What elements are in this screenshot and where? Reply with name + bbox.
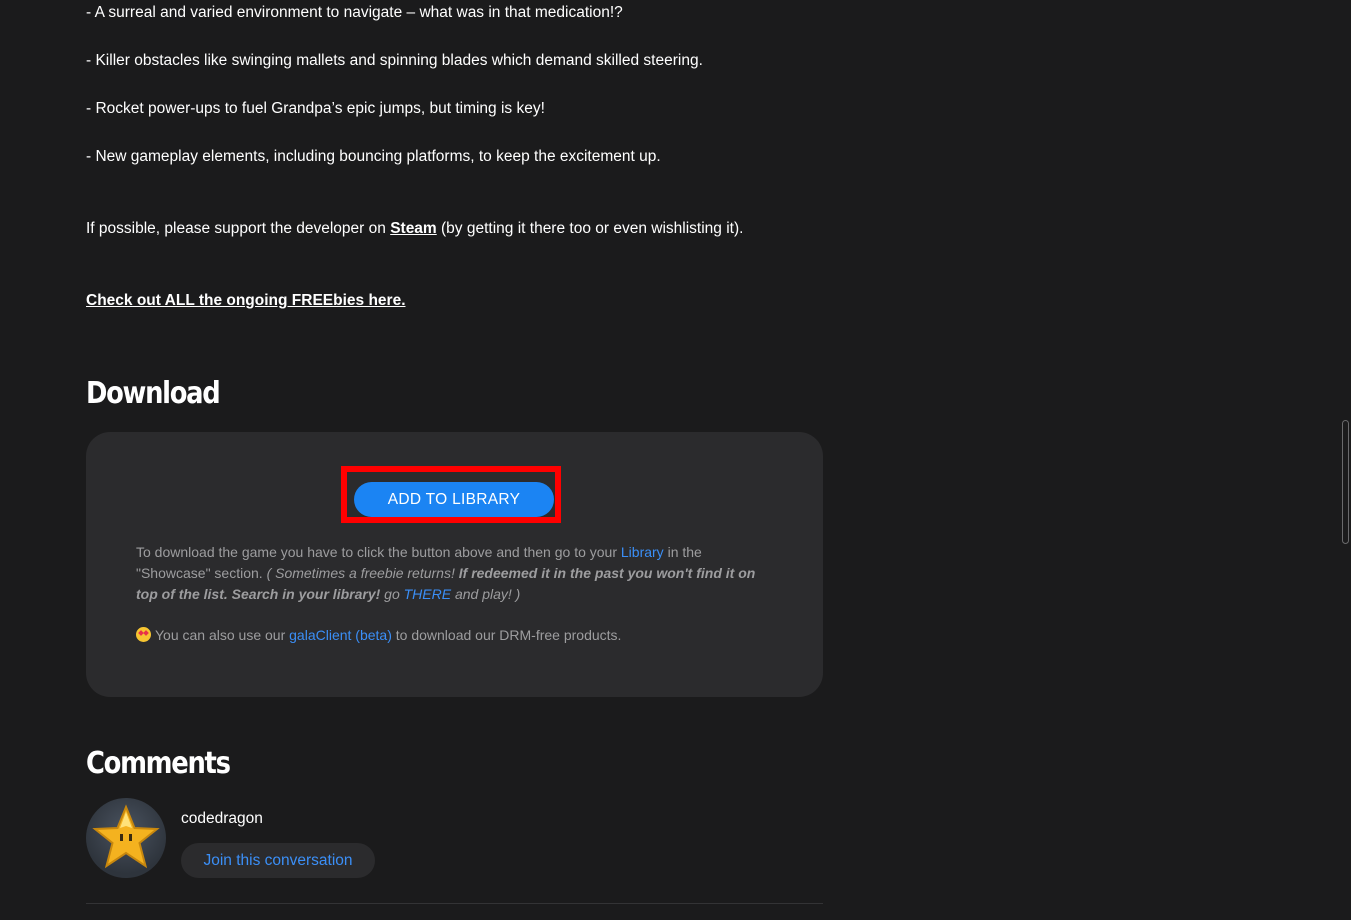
feature-bullet-environment: - A surreal and varied environment to na…	[86, 4, 623, 21]
comments-divider	[86, 903, 823, 904]
star-struck-emoji-icon	[136, 627, 151, 642]
page-scrollbar[interactable]	[1342, 420, 1349, 544]
download-instructions: To download the game you have to click t…	[136, 542, 776, 605]
support-developer-text: If possible, please support the develope…	[86, 219, 743, 239]
freebies-link[interactable]: Check out ALL the ongoing FREEbies here.	[86, 292, 406, 309]
support-text-post: (by getting it there too or even wishlis…	[436, 220, 744, 237]
client-text-pre: You can also use our	[155, 627, 290, 643]
freebies-paragraph: Check out ALL the ongoing FREEbies here.	[86, 291, 406, 311]
instructions-note-1: ( Sometimes a freebie returns!	[266, 565, 459, 581]
galaclient-note: You can also use our galaClient (beta) t…	[136, 625, 621, 646]
client-text-post: to download our DRM-free products.	[391, 627, 622, 643]
galaclient-link[interactable]: galaClient (beta)	[289, 627, 392, 643]
support-text-pre: If possible, please support the develope…	[86, 220, 391, 237]
comments-heading: Comments	[86, 746, 231, 781]
star-avatar-icon	[92, 804, 160, 869]
instructions-text-1: To download the game you have to click t…	[136, 544, 621, 560]
join-conversation-button[interactable]: Join this conversation	[181, 843, 375, 878]
instructions-note-2: go	[380, 586, 404, 602]
comment-username: codedragon	[181, 810, 263, 827]
download-panel: ADD TO LIBRARY To download the game you …	[86, 432, 823, 697]
download-heading: Download	[86, 376, 221, 411]
instructions-note-3: and play! )	[451, 586, 521, 602]
comment-composer: codedragon Join this conversation	[86, 798, 823, 878]
page: - A surreal and varied environment to na…	[0, 0, 1351, 920]
there-link[interactable]: THERE	[404, 586, 451, 602]
feature-bullet-obstacles: - Killer obstacles like swinging mallets…	[86, 52, 703, 69]
steam-link[interactable]: Steam	[390, 220, 437, 237]
library-link[interactable]: Library	[621, 544, 664, 560]
feature-bullet-powerups: - Rocket power-ups to fuel Grandpa’s epi…	[86, 100, 545, 117]
user-avatar	[86, 798, 166, 878]
add-to-library-button[interactable]: ADD TO LIBRARY	[354, 482, 554, 517]
feature-bullet-gameplay: - New gameplay elements, including bounc…	[86, 148, 661, 165]
